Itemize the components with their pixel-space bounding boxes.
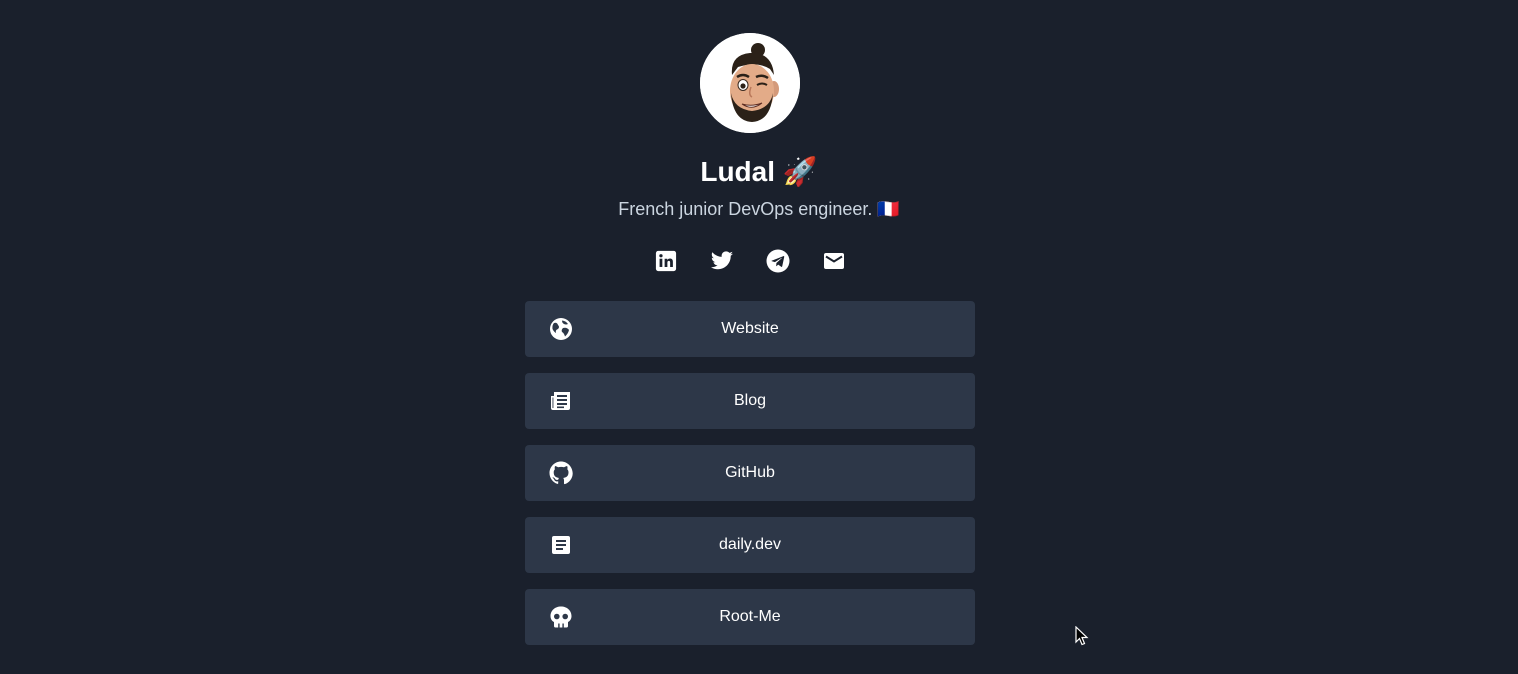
avatar bbox=[700, 33, 800, 133]
telegram-icon bbox=[766, 249, 790, 273]
blog-button[interactable]: Blog bbox=[525, 373, 975, 429]
profile-bio: French junior DevOps engineer. 🇫🇷 bbox=[618, 199, 900, 219]
email-link[interactable] bbox=[821, 248, 847, 274]
email-icon bbox=[824, 253, 844, 269]
github-button[interactable]: GitHub bbox=[525, 445, 975, 501]
daily-dev-button[interactable]: daily.dev bbox=[525, 517, 975, 573]
root-me-button-label: Root-Me bbox=[719, 608, 781, 625]
linkedin-icon bbox=[655, 250, 677, 272]
profile-page: Ludal 🚀 French junior DevOps engineer. 🇫… bbox=[0, 0, 1518, 674]
social-links bbox=[0, 248, 1518, 274]
mouse-cursor-icon bbox=[1075, 625, 1089, 651]
root-me-button[interactable]: Root-Me bbox=[525, 589, 975, 645]
linkedin-link[interactable] bbox=[653, 248, 679, 274]
memoji-avatar-icon bbox=[700, 33, 800, 133]
daily-dev-button-label: daily.dev bbox=[719, 536, 781, 553]
website-button[interactable]: Website bbox=[525, 301, 975, 357]
website-button-label: Website bbox=[721, 320, 779, 337]
twitter-link[interactable] bbox=[709, 248, 735, 274]
blog-button-label: Blog bbox=[733, 392, 767, 409]
twitter-icon bbox=[711, 251, 733, 270]
github-button-label: GitHub bbox=[725, 464, 775, 481]
profile-name: Ludal 🚀 bbox=[700, 156, 818, 187]
telegram-link[interactable] bbox=[765, 248, 791, 274]
